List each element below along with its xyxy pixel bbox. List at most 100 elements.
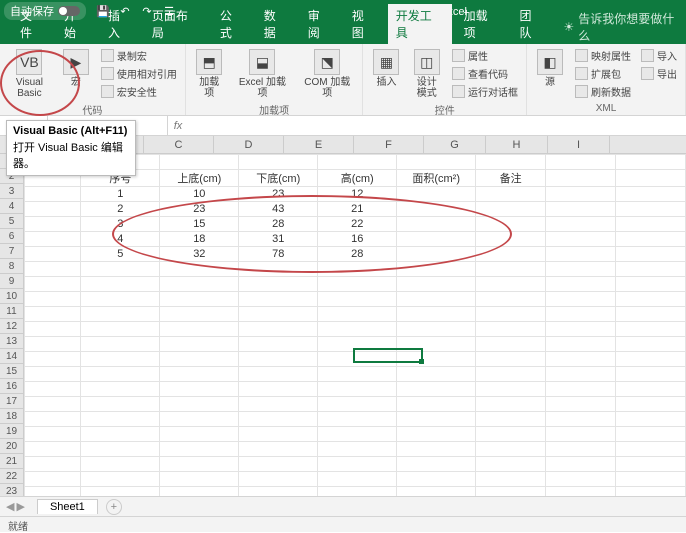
cell[interactable]: 2 [81, 202, 160, 217]
cell[interactable] [546, 232, 616, 247]
cell[interactable] [476, 322, 546, 337]
cell[interactable] [160, 382, 239, 397]
cell[interactable] [160, 155, 239, 170]
cell[interactable]: 1 [81, 187, 160, 202]
cell[interactable] [616, 247, 686, 262]
tell-me[interactable]: ☀告诉我你想要做什么 [564, 10, 686, 44]
cell[interactable] [25, 307, 81, 322]
cell[interactable] [160, 352, 239, 367]
cell[interactable]: 高(cm) [318, 170, 397, 187]
row-header-11[interactable]: 11 [0, 304, 23, 319]
addins-button[interactable]: ⬒加载项 [192, 47, 227, 101]
cell[interactable] [25, 247, 81, 262]
cell[interactable] [397, 292, 476, 307]
cell[interactable] [397, 472, 476, 487]
cell[interactable] [81, 442, 160, 457]
cell[interactable]: 面积(cm²) [397, 170, 476, 187]
row-header-12[interactable]: 12 [0, 319, 23, 334]
tab-公式[interactable]: 公式 [212, 4, 252, 44]
cell[interactable] [318, 427, 397, 442]
import-button[interactable]: 导入 [639, 47, 679, 64]
cell[interactable]: 28 [239, 217, 318, 232]
cell[interactable] [546, 322, 616, 337]
cell[interactable] [25, 412, 81, 427]
cell[interactable] [616, 412, 686, 427]
cell[interactable] [546, 307, 616, 322]
row-header-8[interactable]: 8 [0, 259, 23, 274]
cell[interactable] [25, 472, 81, 487]
cell[interactable] [239, 352, 318, 367]
row-header-13[interactable]: 13 [0, 334, 23, 349]
cell[interactable] [546, 352, 616, 367]
row-header-7[interactable]: 7 [0, 244, 23, 259]
cell[interactable] [81, 397, 160, 412]
add-sheet-button[interactable]: + [106, 499, 122, 515]
insert-control-button[interactable]: ▦插入 [369, 47, 403, 90]
cell[interactable] [616, 427, 686, 442]
cell[interactable] [160, 307, 239, 322]
cell[interactable] [239, 155, 318, 170]
sheet-tab[interactable]: Sheet1 [37, 499, 98, 514]
cell[interactable] [616, 367, 686, 382]
cell[interactable] [25, 277, 81, 292]
cell[interactable] [476, 427, 546, 442]
row-header-17[interactable]: 17 [0, 394, 23, 409]
relative-ref-button[interactable]: 使用相对引用 [99, 65, 179, 82]
cell[interactable] [25, 367, 81, 382]
cell[interactable]: 16 [318, 232, 397, 247]
tab-页面布局[interactable]: 页面布局 [144, 4, 208, 44]
cell[interactable] [318, 412, 397, 427]
cell[interactable] [616, 187, 686, 202]
cell[interactable] [81, 457, 160, 472]
cell[interactable]: 43 [239, 202, 318, 217]
row-headers[interactable]: 1234567891011121314151617181920212223 [0, 154, 24, 499]
cell[interactable]: 23 [160, 202, 239, 217]
cell[interactable] [160, 442, 239, 457]
cell[interactable] [616, 337, 686, 352]
cell[interactable] [476, 397, 546, 412]
cell[interactable] [239, 427, 318, 442]
cell[interactable] [81, 352, 160, 367]
cell[interactable] [81, 277, 160, 292]
col-header-H[interactable]: H [486, 136, 548, 153]
cell[interactable] [476, 155, 546, 170]
cell[interactable] [476, 442, 546, 457]
cell[interactable] [25, 232, 81, 247]
cell[interactable] [25, 427, 81, 442]
col-header-F[interactable]: F [354, 136, 424, 153]
cell[interactable] [239, 367, 318, 382]
cell[interactable] [616, 472, 686, 487]
cell[interactable]: 上底(cm) [160, 170, 239, 187]
cell[interactable] [25, 337, 81, 352]
cell[interactable]: 3 [81, 217, 160, 232]
cell[interactable] [476, 337, 546, 352]
cell[interactable] [476, 457, 546, 472]
cell[interactable] [546, 427, 616, 442]
cell[interactable] [25, 352, 81, 367]
record-macro-button[interactable]: 录制宏 [99, 47, 179, 64]
cell[interactable]: 23 [239, 187, 318, 202]
cell[interactable] [397, 232, 476, 247]
cell[interactable] [616, 442, 686, 457]
cell[interactable]: 21 [318, 202, 397, 217]
row-header-9[interactable]: 9 [0, 274, 23, 289]
properties-button[interactable]: 属性 [450, 47, 520, 64]
cell[interactable] [397, 217, 476, 232]
cell[interactable] [81, 262, 160, 277]
cell[interactable] [397, 187, 476, 202]
cell[interactable] [546, 217, 616, 232]
cell[interactable] [318, 472, 397, 487]
cell[interactable] [318, 322, 397, 337]
cell[interactable] [616, 262, 686, 277]
cell[interactable] [25, 292, 81, 307]
cell[interactable] [318, 382, 397, 397]
cell[interactable] [25, 457, 81, 472]
col-header-G[interactable]: G [424, 136, 486, 153]
run-dialog-button[interactable]: 运行对话框 [450, 83, 520, 100]
tab-加载项[interactable]: 加载项 [456, 4, 508, 44]
cell[interactable] [81, 427, 160, 442]
row-header-16[interactable]: 16 [0, 379, 23, 394]
cell[interactable] [81, 322, 160, 337]
formula-input[interactable] [188, 116, 686, 135]
cell[interactable] [616, 457, 686, 472]
